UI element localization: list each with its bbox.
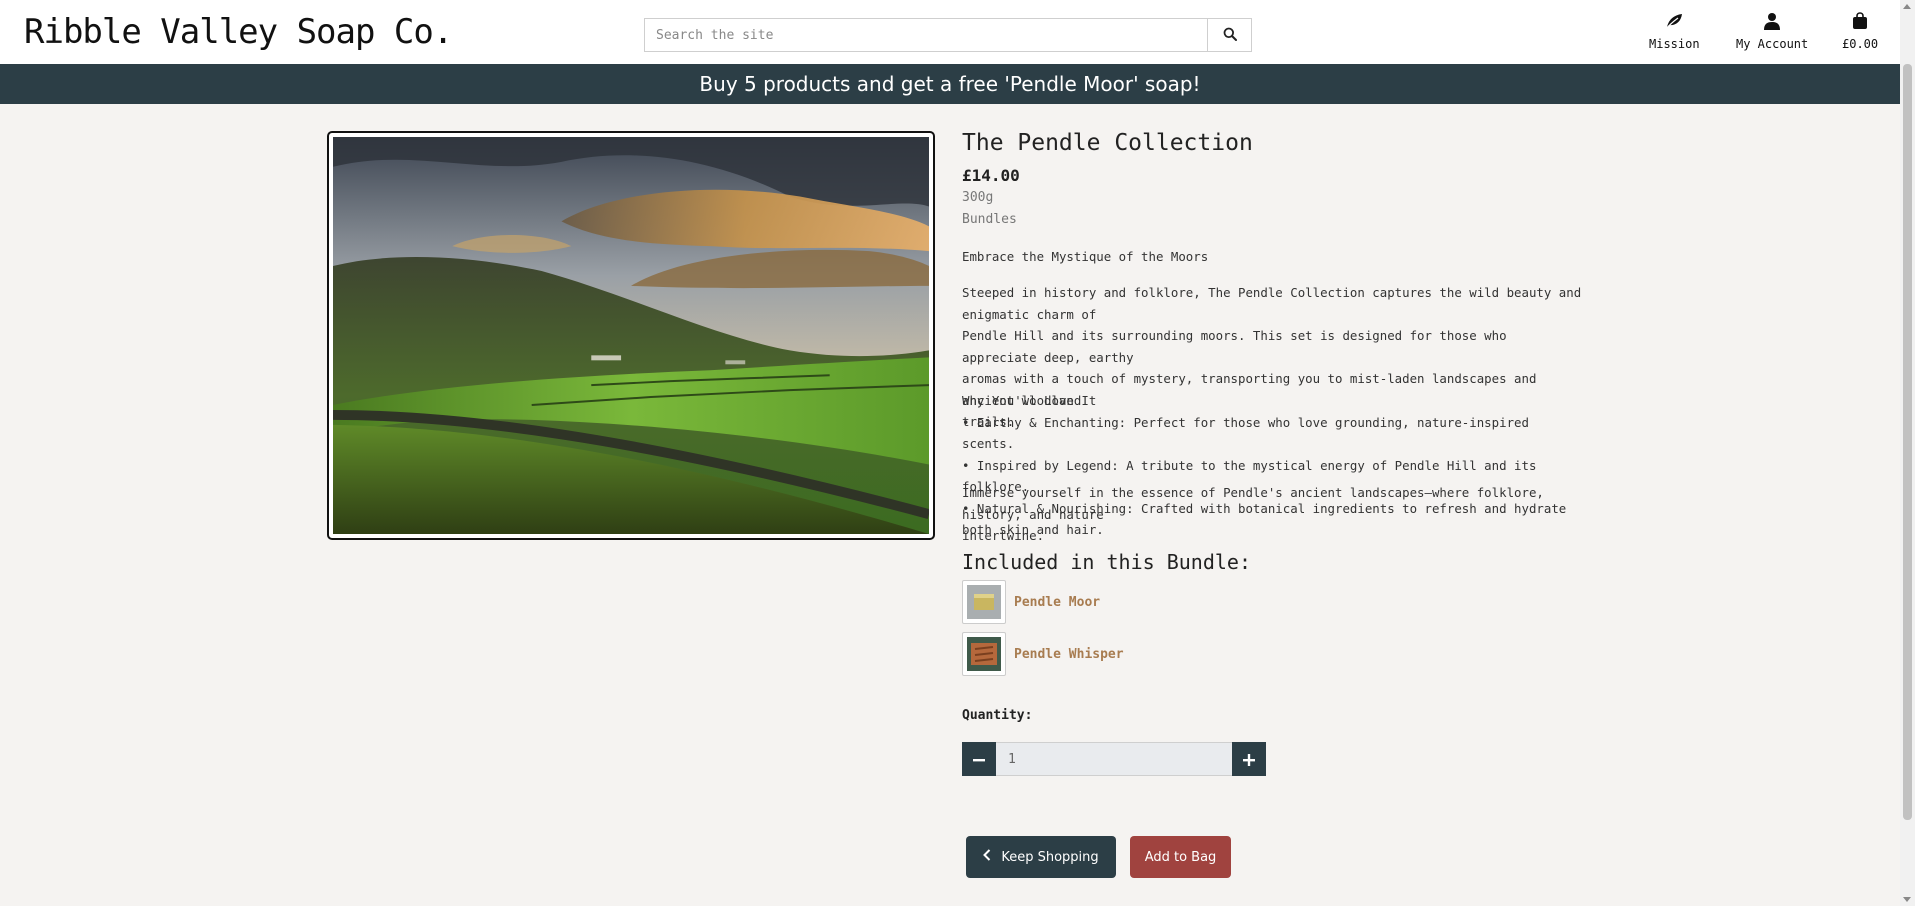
site-logo[interactable]: Ribble Valley Soap Co. (24, 12, 453, 52)
decrement-button[interactable] (962, 742, 996, 776)
quantity-stepper (962, 742, 1266, 776)
search-button[interactable] (1207, 19, 1251, 51)
quantity-input[interactable] (996, 742, 1232, 776)
shopping-bag-icon (1852, 12, 1868, 37)
product-category[interactable]: Bundles (962, 212, 1017, 227)
increment-button[interactable] (1232, 742, 1266, 776)
nav-mission-label: Mission (1649, 37, 1700, 51)
product-weight: 300g (962, 190, 994, 205)
scroll-thumb[interactable] (1903, 64, 1912, 820)
product-title: The Pendle Collection (962, 130, 1253, 156)
keep-shopping-label: Keep Shopping (1001, 849, 1099, 865)
site-header: Ribble Valley Soap Co. Mission (0, 0, 1900, 64)
product-price: £14.00 (962, 166, 1020, 185)
user-icon (1763, 12, 1781, 37)
quantity-label: Quantity: (962, 708, 1033, 723)
scroll-down-arrow[interactable] (1903, 897, 1911, 902)
plus-icon (1243, 747, 1255, 771)
nav-account-label: My Account (1736, 37, 1809, 51)
product-details: The Pendle Collection £14.00 300g Bundle… (962, 130, 1581, 878)
pendle-hill-landscape-image (333, 137, 929, 534)
description-line: Pendle Hill and its surrounding moors. T… (962, 328, 1507, 365)
page-scrollbar[interactable] (1900, 0, 1915, 906)
nav-mission[interactable]: Mission (1649, 12, 1700, 51)
nav-bag[interactable]: £0.00 (1842, 12, 1878, 51)
keep-shopping-button[interactable]: Keep Shopping (966, 836, 1116, 878)
minus-icon (973, 747, 985, 771)
search-icon (1223, 26, 1237, 45)
why-heading: Why You'll Love It (962, 393, 1097, 408)
bag-total: £0.00 (1842, 37, 1879, 51)
promo-banner: Buy 5 products and get a free 'Pendle Mo… (0, 64, 1900, 104)
bundle-item-pendle-whisper[interactable]: Pendle Whisper (962, 632, 1124, 676)
bundle-item-pendle-moor[interactable]: Pendle Moor (962, 580, 1100, 624)
nav-my-account[interactable]: My Account (1736, 12, 1808, 51)
search-input[interactable] (645, 19, 1207, 51)
bundle-thumbnail[interactable] (962, 580, 1006, 624)
product-image (327, 131, 935, 540)
bundle-item-name[interactable]: Pendle Moor (1014, 595, 1100, 610)
add-to-bag-label: Add to Bag (1144, 849, 1217, 865)
bundle-thumbnail[interactable] (962, 632, 1006, 676)
closing-line: intertwine. (962, 528, 1045, 543)
leaf-icon (1664, 12, 1684, 37)
bundle-item-name[interactable]: Pendle Whisper (1014, 647, 1124, 662)
bundle-heading: Included in this Bundle: (962, 550, 1251, 574)
scroll-up-arrow[interactable] (1903, 4, 1911, 9)
closing-line: Immerse yourself in the essence of Pendl… (962, 485, 1544, 522)
chevron-left-icon (983, 849, 991, 865)
benefit-item: • Earthy & Enchanting: Perfect for those… (962, 414, 1529, 452)
description-line: Steeped in history and folklore, The Pen… (962, 285, 1582, 322)
search-bar (644, 18, 1252, 52)
closing-paragraph: Immerse yourself in the essence of Pendl… (962, 482, 1582, 547)
add-to-bag-button[interactable]: Add to Bag (1130, 836, 1231, 878)
product-tagline: Embrace the Mystique of the Moors (962, 249, 1209, 264)
